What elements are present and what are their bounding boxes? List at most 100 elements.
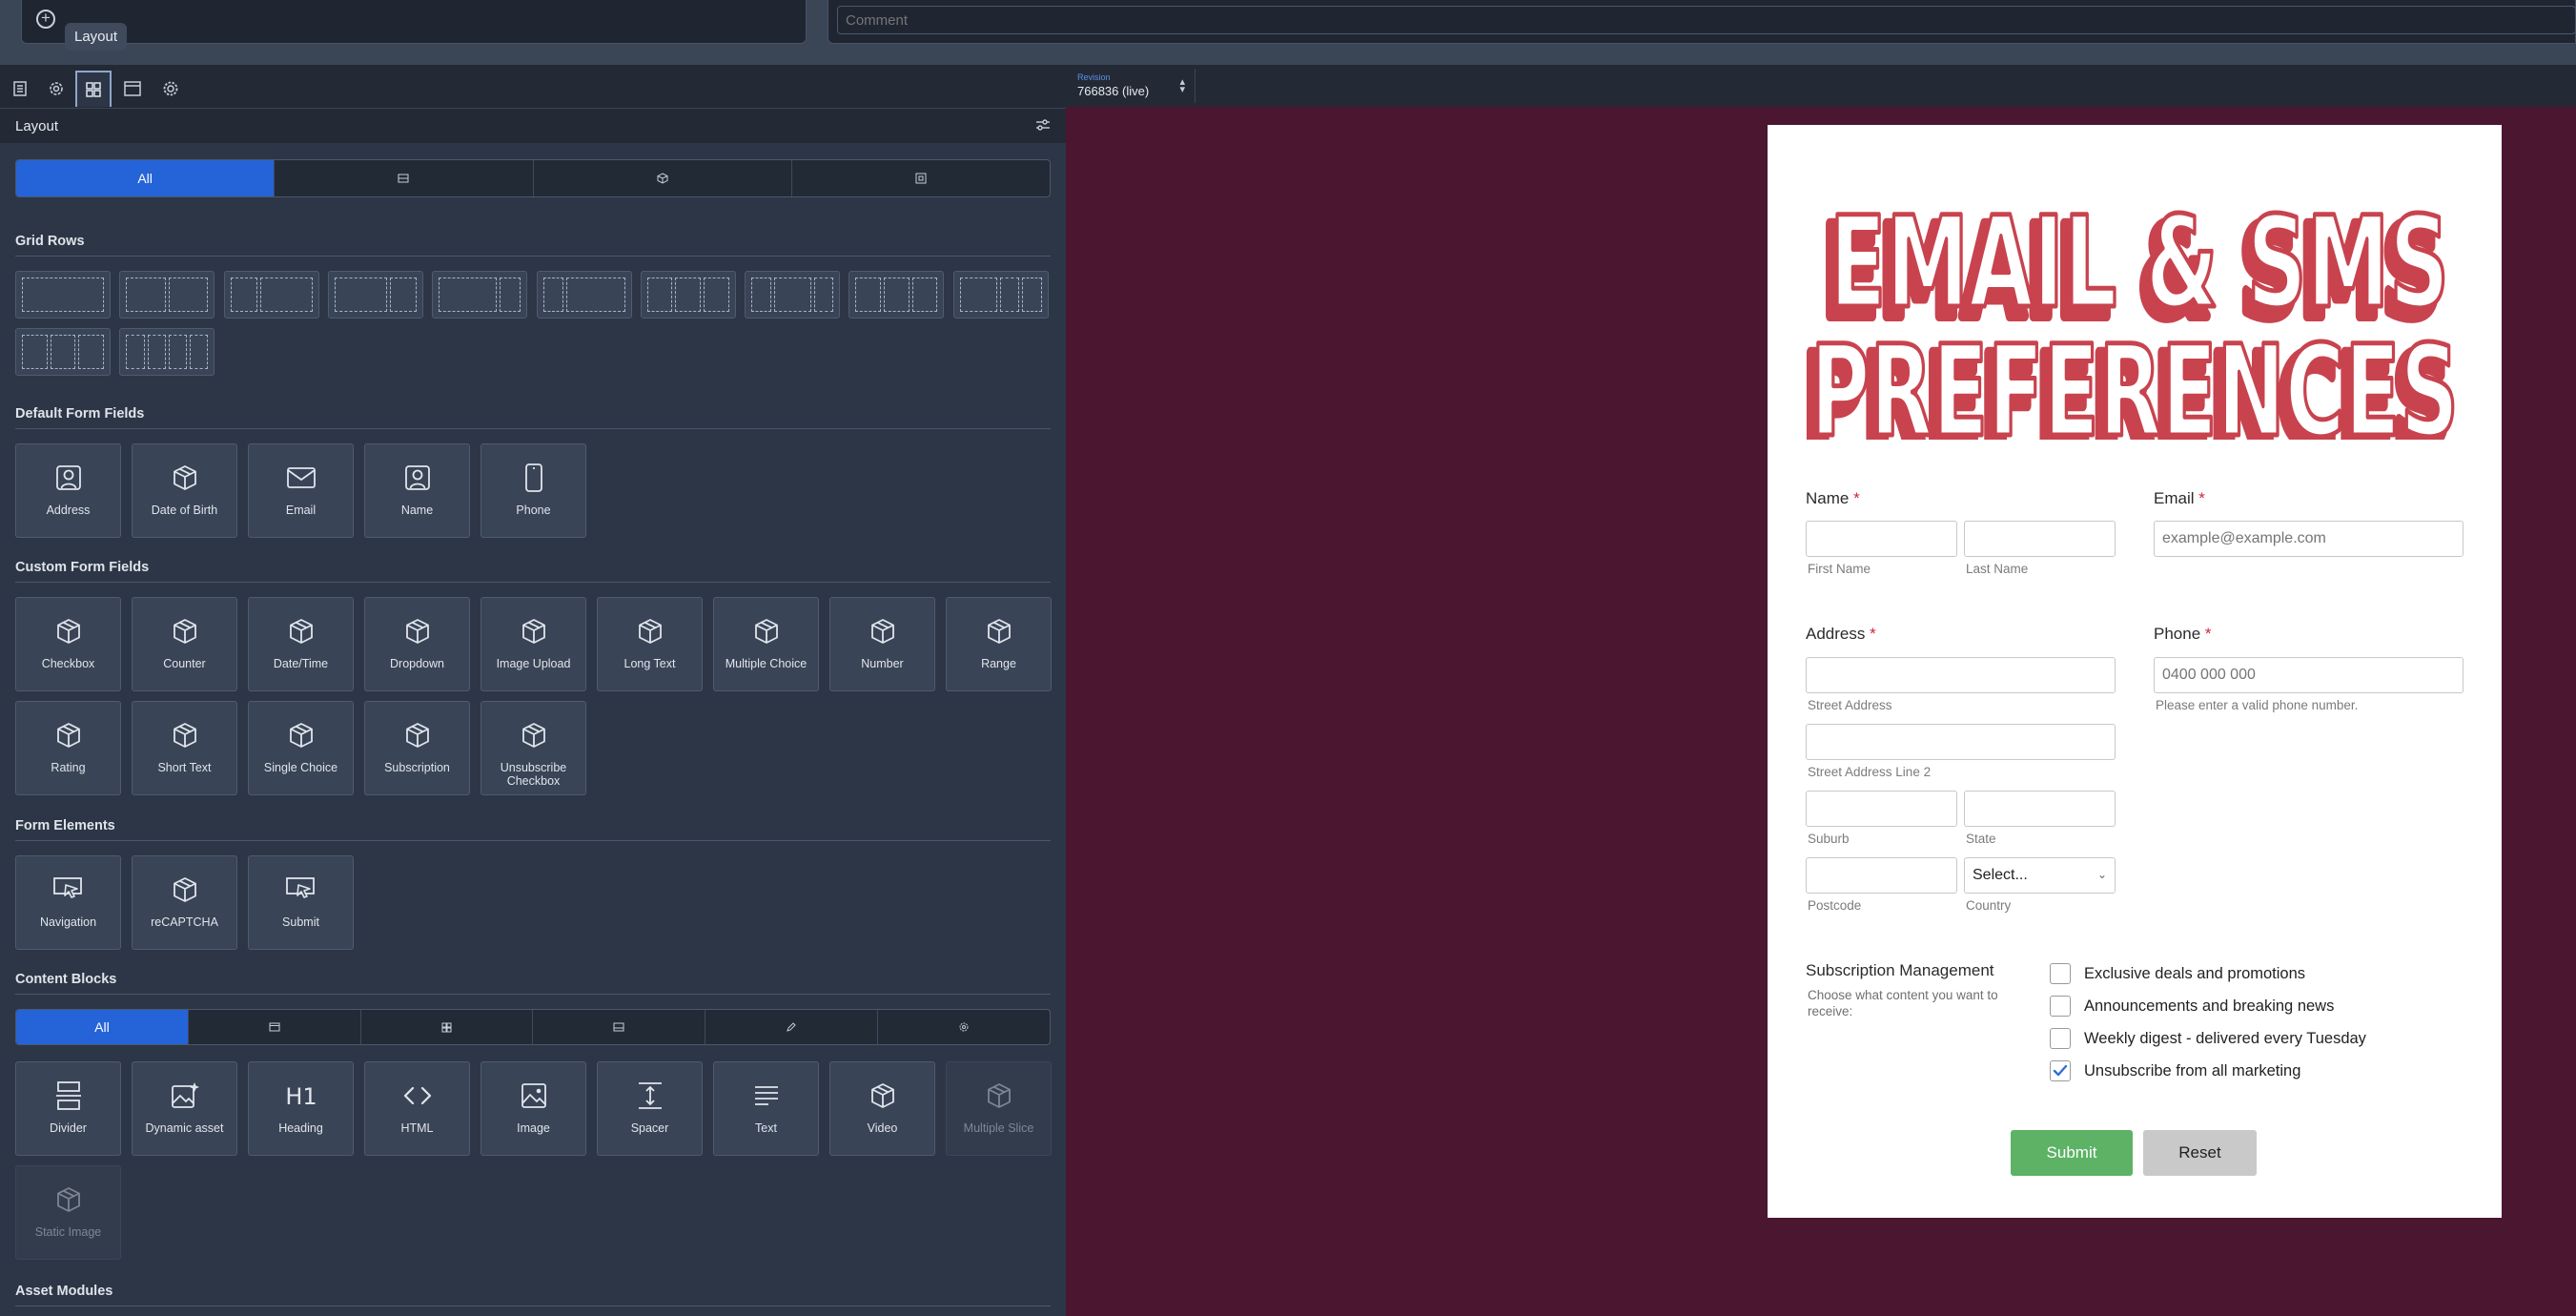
tile-subscription[interactable]: Subscription: [364, 701, 470, 795]
filter-tab-rows[interactable]: [275, 160, 534, 196]
state-input[interactable]: [1964, 791, 2116, 827]
tab-document[interactable]: [2, 71, 38, 107]
plus-circle-icon[interactable]: +: [36, 10, 55, 29]
grid-row-layout-11[interactable]: [15, 328, 111, 376]
email-input[interactable]: [2154, 521, 2464, 557]
tile-phone[interactable]: Phone: [480, 443, 586, 538]
street-address-input[interactable]: [1806, 657, 2116, 693]
submit-button[interactable]: Submit: [2011, 1130, 2133, 1176]
comment-input[interactable]: [837, 6, 2576, 34]
grid-cell: [1022, 278, 1042, 312]
tile-dynamic-asset[interactable]: Dynamic asset: [132, 1061, 237, 1156]
phone-input[interactable]: [2154, 657, 2464, 693]
tile-image-upload[interactable]: Image Upload: [480, 597, 586, 691]
first-name-input[interactable]: [1806, 521, 1957, 557]
tile-image[interactable]: Image: [480, 1061, 586, 1156]
subscription-option[interactable]: Weekly digest - delivered every Tuesday: [2050, 1028, 2366, 1049]
revision-select[interactable]: Revision 766836 (live) ▴ ▾: [1072, 69, 1196, 103]
content-tab-grid[interactable]: [361, 1010, 534, 1044]
tile-date-time[interactable]: Date/Time: [248, 597, 354, 691]
subscription-option[interactable]: Announcements and breaking news: [2050, 996, 2334, 1017]
tile-long-text[interactable]: Long Text: [597, 597, 703, 691]
tile-email[interactable]: Email: [248, 443, 354, 538]
tile-single-choice[interactable]: Single Choice: [248, 701, 354, 795]
tile-name[interactable]: Name: [364, 443, 470, 538]
subscription-option[interactable]: Exclusive deals and promotions: [2050, 963, 2305, 984]
content-tab-media[interactable]: [533, 1010, 706, 1044]
checkbox[interactable]: [2050, 996, 2071, 1017]
tab-advanced[interactable]: [153, 71, 189, 107]
postcode-input[interactable]: [1806, 857, 1957, 894]
grid-row-layout-4[interactable]: [327, 271, 423, 319]
grid-row-layout-10[interactable]: [952, 271, 1049, 319]
grid-row-layout-8[interactable]: [745, 271, 841, 319]
tile-text[interactable]: Text: [713, 1061, 819, 1156]
grid-row-layout-3[interactable]: [223, 271, 319, 319]
grid-row-layout-9[interactable]: [848, 271, 945, 319]
grid-cell: [22, 335, 48, 369]
tile-multiple-choice[interactable]: Multiple Choice: [713, 597, 819, 691]
text-lines-icon: [750, 1080, 783, 1112]
tile-rating[interactable]: Rating: [15, 701, 121, 795]
postcode-hint: Postcode: [1808, 898, 1862, 913]
grid-row-layout-2[interactable]: [119, 271, 215, 319]
tile-label: Address: [46, 504, 91, 517]
tile-date-of-birth[interactable]: Date of Birth: [132, 443, 237, 538]
tile-video[interactable]: Video: [829, 1061, 935, 1156]
content-tab-edit[interactable]: [705, 1010, 879, 1044]
grid-row-layout-5[interactable]: [432, 271, 528, 319]
tile-html[interactable]: HTML: [364, 1061, 470, 1156]
last-name-hint: Last Name: [1966, 562, 2029, 576]
country-select[interactable]: Select... ⌄: [1964, 857, 2116, 894]
tab-settings[interactable]: [38, 71, 74, 107]
reset-button[interactable]: Reset: [2143, 1130, 2257, 1176]
suburb-input[interactable]: [1806, 791, 1957, 827]
last-name-input[interactable]: [1964, 521, 2116, 557]
grid-row-layout-1[interactable]: [15, 271, 111, 319]
cube-icon: [750, 615, 783, 648]
tile-spacer[interactable]: Spacer: [597, 1061, 703, 1156]
section-custom-form-fields: Custom Form Fields: [15, 560, 1051, 583]
grid-row-layout-12[interactable]: [119, 328, 215, 376]
tile-address[interactable]: Address: [15, 443, 121, 538]
tile-label: HTML: [400, 1121, 434, 1135]
tile-multiple-slice[interactable]: Multiple Slice: [946, 1061, 1052, 1156]
filter-tab-content[interactable]: [792, 160, 1050, 196]
filter-tab-fields[interactable]: [534, 160, 792, 196]
grid-row-layout-7[interactable]: [640, 271, 736, 319]
tile-dropdown[interactable]: Dropdown: [364, 597, 470, 691]
content-tab-settings[interactable]: [878, 1010, 1050, 1044]
grid-cell: [646, 278, 673, 312]
tile-number[interactable]: Number: [829, 597, 935, 691]
tile-submit[interactable]: Submit: [248, 855, 354, 950]
tile-checkbox[interactable]: Checkbox: [15, 597, 121, 691]
tile-recaptcha[interactable]: reCAPTCHA: [132, 855, 237, 950]
checkbox-checked[interactable]: [2050, 1060, 2071, 1081]
checkbox[interactable]: [2050, 963, 2071, 984]
sliders-icon[interactable]: [1035, 118, 1051, 136]
section-grid-rows: Grid Rows: [15, 234, 1051, 257]
tile-short-text[interactable]: Short Text: [132, 701, 237, 795]
email-label: Email *: [2154, 489, 2205, 507]
filter-tab-all[interactable]: All: [16, 160, 276, 196]
subscription-option[interactable]: Unsubscribe from all marketing: [2050, 1060, 2300, 1081]
grid-row-layout-6[interactable]: [536, 271, 632, 319]
tile-static-image[interactable]: Static Image: [15, 1165, 121, 1260]
tile-heading[interactable]: H1 Heading: [248, 1061, 354, 1156]
grid-cell: [259, 278, 313, 312]
tile-label: Image Upload: [496, 657, 571, 670]
cube-icon: [52, 615, 85, 648]
image-icon: [518, 1080, 550, 1112]
tile-divider[interactable]: Divider: [15, 1061, 121, 1156]
checkbox[interactable]: [2050, 1028, 2071, 1049]
content-tab-layout[interactable]: [189, 1010, 361, 1044]
content-tab-all[interactable]: All: [16, 1010, 189, 1044]
tile-counter[interactable]: Counter: [132, 597, 237, 691]
street-address-line2-input[interactable]: [1806, 724, 2116, 760]
tile-label: Spacer: [630, 1121, 669, 1135]
tile-navigation[interactable]: Navigation: [15, 855, 121, 950]
tab-layout[interactable]: [75, 71, 112, 107]
tab-window[interactable]: [114, 71, 151, 107]
tile-range[interactable]: Range: [946, 597, 1052, 691]
tile-unsubscribe-checkbox[interactable]: Unsubscribe Checkbox: [480, 701, 586, 795]
